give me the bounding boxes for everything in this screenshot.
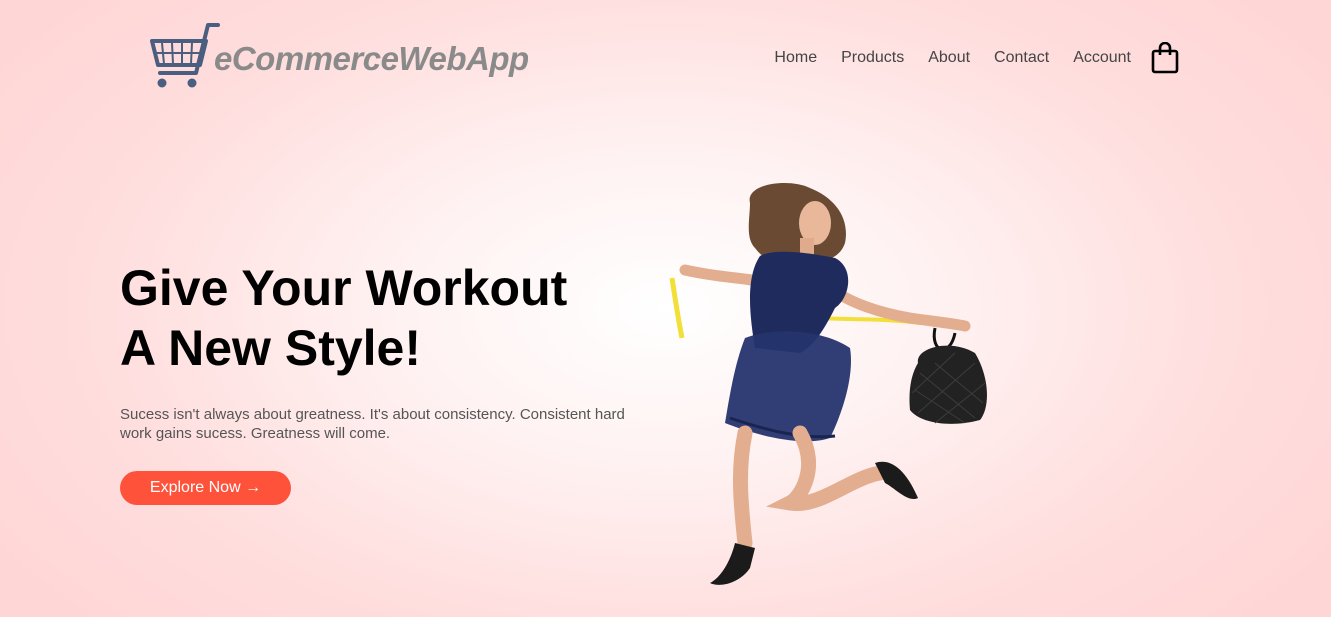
nav-item-about[interactable]: About: [928, 49, 970, 67]
nav-item-home[interactable]: Home: [774, 49, 817, 67]
nav-item-products[interactable]: Products: [841, 49, 904, 67]
main-nav: Home Products About Contact Account: [774, 42, 1179, 74]
model-with-handbag-image: [669, 183, 987, 585]
hero-title-line-2: A New Style!: [120, 320, 422, 376]
explore-now-button[interactable]: Explore Now →: [120, 471, 291, 505]
hero-description: Sucess isn't always about greatness. It'…: [120, 406, 625, 442]
hero-title-line-1: Give Your Workout: [120, 260, 568, 316]
shopping-bag-icon[interactable]: [1151, 42, 1179, 74]
landing-page: eCommerceWebApp Home Products About Cont…: [0, 0, 1331, 617]
nav-item-account[interactable]: Account: [1073, 49, 1131, 67]
brand-name: eCommerceWebApp: [214, 40, 529, 77]
brand-logo[interactable]: eCommerceWebApp: [148, 22, 529, 92]
shopping-cart-icon: [150, 23, 220, 88]
hero-title: Give Your Workout A New Style!: [120, 258, 567, 378]
site-header: eCommerceWebApp Home Products About Cont…: [0, 0, 1331, 118]
nav-item-contact[interactable]: Contact: [994, 49, 1049, 67]
